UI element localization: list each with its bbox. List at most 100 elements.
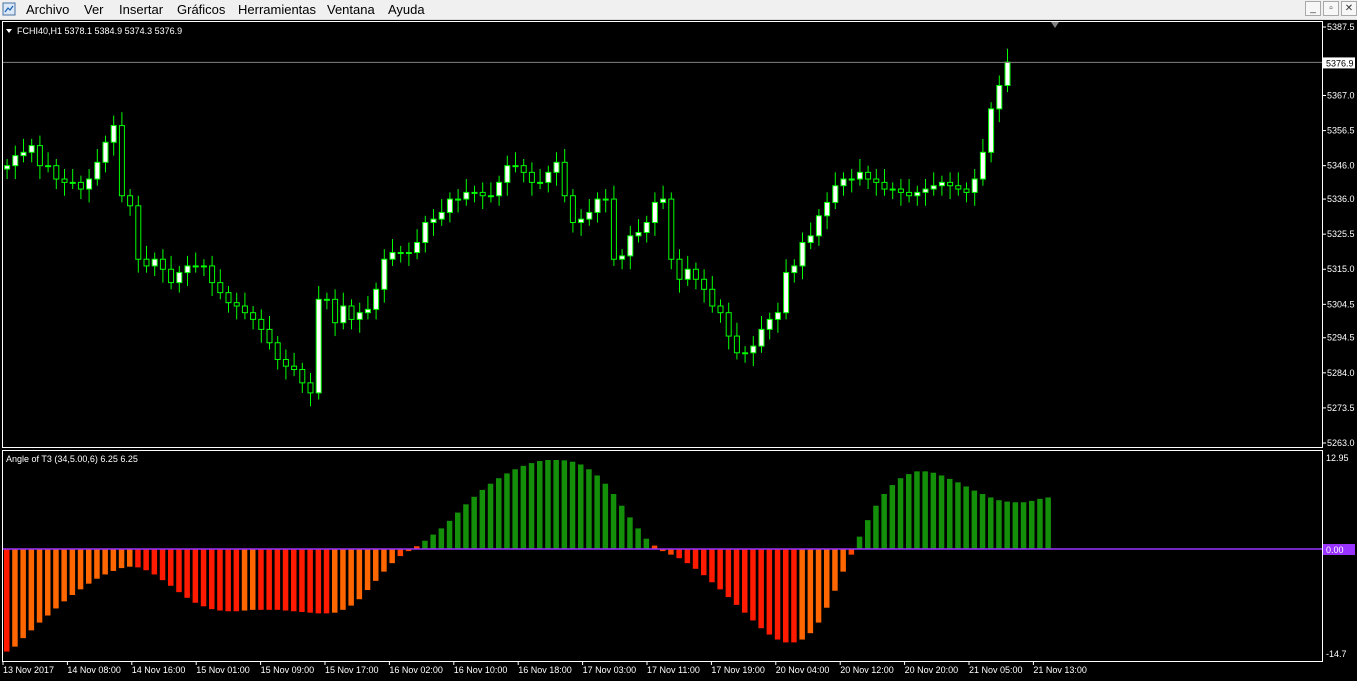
indicator-bar[interactable] bbox=[430, 534, 436, 549]
indicator-bar[interactable] bbox=[299, 549, 305, 612]
candle[interactable] bbox=[684, 255, 691, 286]
indicator-bar[interactable] bbox=[250, 549, 256, 610]
indicator-bar[interactable] bbox=[315, 549, 322, 614]
candle[interactable] bbox=[200, 259, 207, 276]
indicator-bar[interactable] bbox=[783, 549, 789, 643]
candle[interactable] bbox=[947, 172, 954, 200]
dropdown-triangle-icon[interactable] bbox=[6, 29, 12, 33]
indicator-bar[interactable] bbox=[758, 549, 764, 629]
indicator-bar[interactable] bbox=[1045, 497, 1051, 549]
indicator-bar[interactable] bbox=[897, 478, 904, 549]
indicator-bar[interactable] bbox=[947, 478, 953, 549]
indicator-bar[interactable] bbox=[922, 471, 928, 549]
indicator-bar[interactable] bbox=[586, 469, 592, 549]
candle[interactable] bbox=[446, 192, 453, 223]
indicator-bar[interactable] bbox=[438, 528, 445, 549]
indicator-bar[interactable] bbox=[217, 549, 223, 611]
candle[interactable] bbox=[930, 172, 937, 196]
candle[interactable] bbox=[405, 242, 412, 266]
candle[interactable] bbox=[45, 152, 52, 173]
indicator-bar[interactable] bbox=[979, 494, 986, 549]
minimize-button[interactable]: _ bbox=[1305, 1, 1321, 16]
indicator-bar[interactable] bbox=[791, 549, 797, 643]
candle[interactable] bbox=[291, 352, 298, 377]
candle[interactable] bbox=[709, 275, 716, 313]
candle[interactable] bbox=[922, 179, 929, 206]
candle[interactable] bbox=[299, 362, 306, 393]
indicator-bar[interactable] bbox=[159, 549, 166, 581]
candle[interactable] bbox=[651, 192, 658, 236]
chart-canvas[interactable]: FCHI40,H1 5378.1 5384.9 5374.3 5376.9 An… bbox=[0, 20, 1357, 681]
indicator-bar[interactable] bbox=[455, 512, 461, 549]
candle[interactable] bbox=[225, 285, 232, 313]
indicator-bar[interactable] bbox=[168, 549, 174, 586]
indicator-bar[interactable] bbox=[602, 483, 609, 549]
candle[interactable] bbox=[504, 155, 511, 196]
candle[interactable] bbox=[184, 255, 191, 286]
indicator-bar[interactable] bbox=[889, 485, 896, 549]
candle[interactable] bbox=[151, 252, 158, 276]
candle[interactable] bbox=[848, 169, 855, 193]
indicator-bar[interactable] bbox=[381, 549, 387, 572]
indicator-bar[interactable] bbox=[151, 549, 158, 575]
candle[interactable] bbox=[12, 145, 19, 180]
indicator-bar[interactable] bbox=[61, 549, 67, 602]
indicator-bar[interactable] bbox=[1029, 500, 1035, 549]
candle[interactable] bbox=[955, 172, 962, 196]
menu-insertar[interactable]: Insertar bbox=[118, 1, 164, 18]
candle[interactable] bbox=[906, 179, 913, 203]
candle[interactable] bbox=[356, 302, 363, 333]
candle[interactable] bbox=[53, 158, 60, 190]
candle[interactable] bbox=[750, 336, 757, 367]
candle[interactable] bbox=[1004, 48, 1011, 93]
indicator-bar[interactable] bbox=[906, 474, 912, 549]
candle[interactable] bbox=[545, 165, 552, 193]
candle[interactable] bbox=[897, 179, 904, 206]
candle[interactable] bbox=[791, 259, 798, 283]
candle[interactable] bbox=[692, 262, 699, 290]
candle[interactable] bbox=[69, 169, 76, 190]
indicator-bar[interactable] bbox=[340, 549, 346, 610]
menu-graficos[interactable]: Gráficos bbox=[176, 1, 226, 18]
indicator-bar[interactable] bbox=[102, 549, 108, 575]
candle[interactable] bbox=[766, 312, 773, 340]
indicator-bar[interactable] bbox=[225, 549, 231, 612]
candle[interactable] bbox=[807, 222, 814, 250]
indicator-bar[interactable] bbox=[274, 549, 281, 610]
candle[interactable] bbox=[610, 185, 617, 266]
indicator-bar[interactable] bbox=[77, 549, 84, 590]
candle[interactable] bbox=[20, 138, 27, 163]
candle[interactable] bbox=[528, 162, 535, 196]
candle[interactable] bbox=[332, 289, 339, 337]
indicator-bar[interactable] bbox=[487, 483, 494, 549]
candle[interactable] bbox=[471, 185, 478, 203]
indicator-bar[interactable] bbox=[20, 549, 26, 639]
candle[interactable] bbox=[496, 175, 503, 206]
candle[interactable] bbox=[586, 199, 593, 226]
indicator-bar[interactable] bbox=[725, 549, 732, 598]
indicator-bar[interactable] bbox=[971, 490, 978, 549]
candle[interactable] bbox=[127, 189, 134, 216]
indicator-bar[interactable] bbox=[479, 489, 486, 549]
indicator-bar[interactable] bbox=[520, 465, 527, 549]
candle[interactable] bbox=[774, 302, 781, 333]
indicator-bar[interactable] bbox=[963, 486, 969, 549]
candle[interactable] bbox=[668, 192, 675, 270]
candle[interactable] bbox=[258, 309, 265, 343]
indicator-bar[interactable] bbox=[914, 471, 920, 549]
candle[interactable] bbox=[86, 169, 93, 203]
indicator-bar[interactable] bbox=[930, 472, 937, 549]
indicator-bar[interactable] bbox=[143, 549, 149, 571]
candle[interactable] bbox=[742, 346, 749, 363]
candle[interactable] bbox=[192, 252, 199, 273]
candle[interactable] bbox=[94, 148, 101, 186]
indicator-bar[interactable] bbox=[332, 549, 338, 613]
indicator-bar[interactable] bbox=[291, 549, 297, 612]
indicator-bar[interactable] bbox=[127, 549, 133, 567]
indicator-bar[interactable] bbox=[118, 549, 125, 569]
menu-herramientas[interactable]: Herramientas bbox=[237, 1, 317, 18]
close-button[interactable]: ✕ bbox=[1341, 1, 1357, 16]
indicator-bar[interactable] bbox=[373, 549, 379, 581]
indicator-bar[interactable] bbox=[94, 549, 100, 579]
indicator-bar[interactable] bbox=[389, 549, 395, 564]
